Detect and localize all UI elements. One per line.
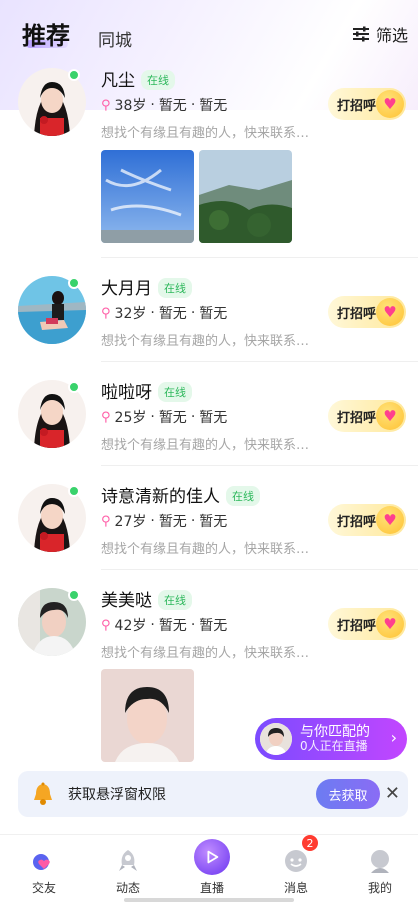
filter-label: 筛选 — [375, 26, 408, 45]
user-card[interactable]: 大月月 在线 ⚲ 32岁 · 暂无 · 暂无 想找个有缘且有趣的人，快来联系… 打招呼 ♥ — [0, 268, 418, 358]
online-dot — [68, 69, 80, 81]
bottom-nav: 交友 动态 直播 2 消息 我的 — [0, 834, 418, 903]
home-indicator — [124, 898, 294, 902]
female-icon: ⚲ — [101, 513, 111, 529]
float-permission-text: 获取悬浮窗权限 — [68, 787, 166, 803]
bell-icon — [34, 782, 52, 805]
tab-city[interactable]: 同城 — [98, 26, 132, 51]
user-card[interactable]: 诗意清新的佳人 在线 ⚲ 27岁 · 暂无 · 暂无 想找个有缘且有趣的人，快来联系… 打… — [0, 476, 418, 566]
female-icon: ⚲ — [101, 409, 111, 425]
online-badge: 在线 — [158, 590, 192, 610]
nav-item-live[interactable]: 直播 — [170, 835, 254, 903]
user-bio: 想找个有缘且有趣的人，快来联系… — [101, 542, 310, 557]
user-info: ⚲ 32岁 · 暂无 · 暂无 — [101, 305, 228, 322]
user-bio: 想找个有缘且有趣的人，快来联系… — [101, 646, 310, 661]
divider — [101, 361, 418, 362]
match-title: 与你匹配的 — [300, 723, 370, 740]
heart-icon: ♥ — [376, 90, 404, 118]
float-permission-bar: 获取悬浮窗权限 去获取 ✕ — [18, 771, 408, 817]
photo-thumbnail[interactable] — [199, 150, 292, 243]
match-subtitle: 0人正在直播 — [300, 739, 368, 754]
filter-icon — [352, 26, 369, 42]
match-avatar — [260, 723, 292, 755]
tab-recommend[interactable]: 推荐 — [22, 16, 70, 51]
divider — [101, 569, 418, 570]
user-name: 啦啦呀 在线 — [101, 378, 192, 403]
greet-button[interactable]: 打招呼 ♥ — [328, 504, 406, 536]
heart-icon: ♥ — [376, 610, 404, 638]
greet-button[interactable]: 打招呼 ♥ — [328, 88, 406, 120]
female-icon: ⚲ — [101, 97, 111, 113]
filter-button[interactable]: 筛选 — [352, 22, 408, 46]
divider — [101, 465, 418, 466]
user-info: ⚲ 25岁 · 暂无 · 暂无 — [101, 409, 228, 426]
online-badge: 在线 — [141, 70, 175, 90]
online-dot — [68, 277, 80, 289]
user-name: 诗意清新的佳人 在线 — [101, 482, 260, 507]
user-name: 美美哒 在线 — [101, 586, 192, 611]
user-name: 凡尘 在线 — [101, 66, 175, 91]
nav-item-moments[interactable]: 动态 — [86, 835, 170, 903]
message-badge: 2 — [302, 835, 318, 851]
online-badge: 在线 — [158, 278, 192, 298]
online-dot — [68, 381, 80, 393]
divider — [101, 257, 418, 258]
get-permission-button[interactable]: 去获取 — [316, 779, 380, 809]
match-live-button[interactable]: 与你匹配的 0人正在直播 › — [255, 718, 407, 760]
user-card[interactable]: 啦啦呀 在线 ⚲ 25岁 · 暂无 · 暂无 想找个有缘且有趣的人，快来联系… 打招呼 ♥ — [0, 372, 418, 462]
photo-thumbnail[interactable] — [101, 669, 194, 762]
match-text: 与你匹配的 0人正在直播 — [300, 723, 370, 754]
user-info: ⚲ 42岁 · 暂无 · 暂无 — [101, 617, 228, 634]
play-icon — [194, 839, 230, 875]
header: 推荐 同城 筛选 — [0, 0, 418, 64]
online-dot — [68, 589, 80, 601]
user-info: ⚲ 27岁 · 暂无 · 暂无 — [101, 513, 228, 530]
user-bio: 想找个有缘且有趣的人，快来联系… — [101, 438, 310, 453]
online-badge: 在线 — [226, 486, 260, 506]
greet-button[interactable]: 打招呼 ♥ — [328, 400, 406, 432]
nav-item-messages[interactable]: 2 消息 — [254, 835, 338, 903]
close-icon[interactable]: ✕ — [385, 783, 400, 804]
chevron-right-icon: › — [390, 728, 397, 747]
heart-icon: ♥ — [376, 298, 404, 326]
photo-thumbnail[interactable] — [101, 150, 194, 243]
user-info: ⚲ 38岁 · 暂无 · 暂无 — [101, 97, 228, 114]
user-bio: 想找个有缘且有趣的人，快来联系… — [101, 126, 310, 141]
rocket-icon — [119, 850, 137, 871]
user-name: 大月月 在线 — [101, 274, 192, 299]
online-dot — [68, 485, 80, 497]
user-bio: 想找个有缘且有趣的人，快来联系… — [101, 334, 310, 349]
online-badge: 在线 — [158, 382, 192, 402]
nav-item-profile[interactable]: 我的 — [338, 835, 418, 903]
female-icon: ⚲ — [101, 617, 111, 633]
heart-icon: ♥ — [376, 506, 404, 534]
friends-icon — [33, 854, 50, 870]
profile-icon — [371, 850, 389, 873]
greet-button[interactable]: 打招呼 ♥ — [328, 296, 406, 328]
greet-button[interactable]: 打招呼 ♥ — [328, 608, 406, 640]
message-icon — [285, 850, 307, 872]
female-icon: ⚲ — [101, 305, 111, 321]
nav-item-friends[interactable]: 交友 — [2, 835, 86, 903]
user-card[interactable]: 凡尘 在线 ⚲ 38岁 · 暂无 · 暂无 想找个有缘且有趣的人，快来联系… 打招呼 ♥ — [0, 64, 418, 266]
heart-icon: ♥ — [376, 402, 404, 430]
